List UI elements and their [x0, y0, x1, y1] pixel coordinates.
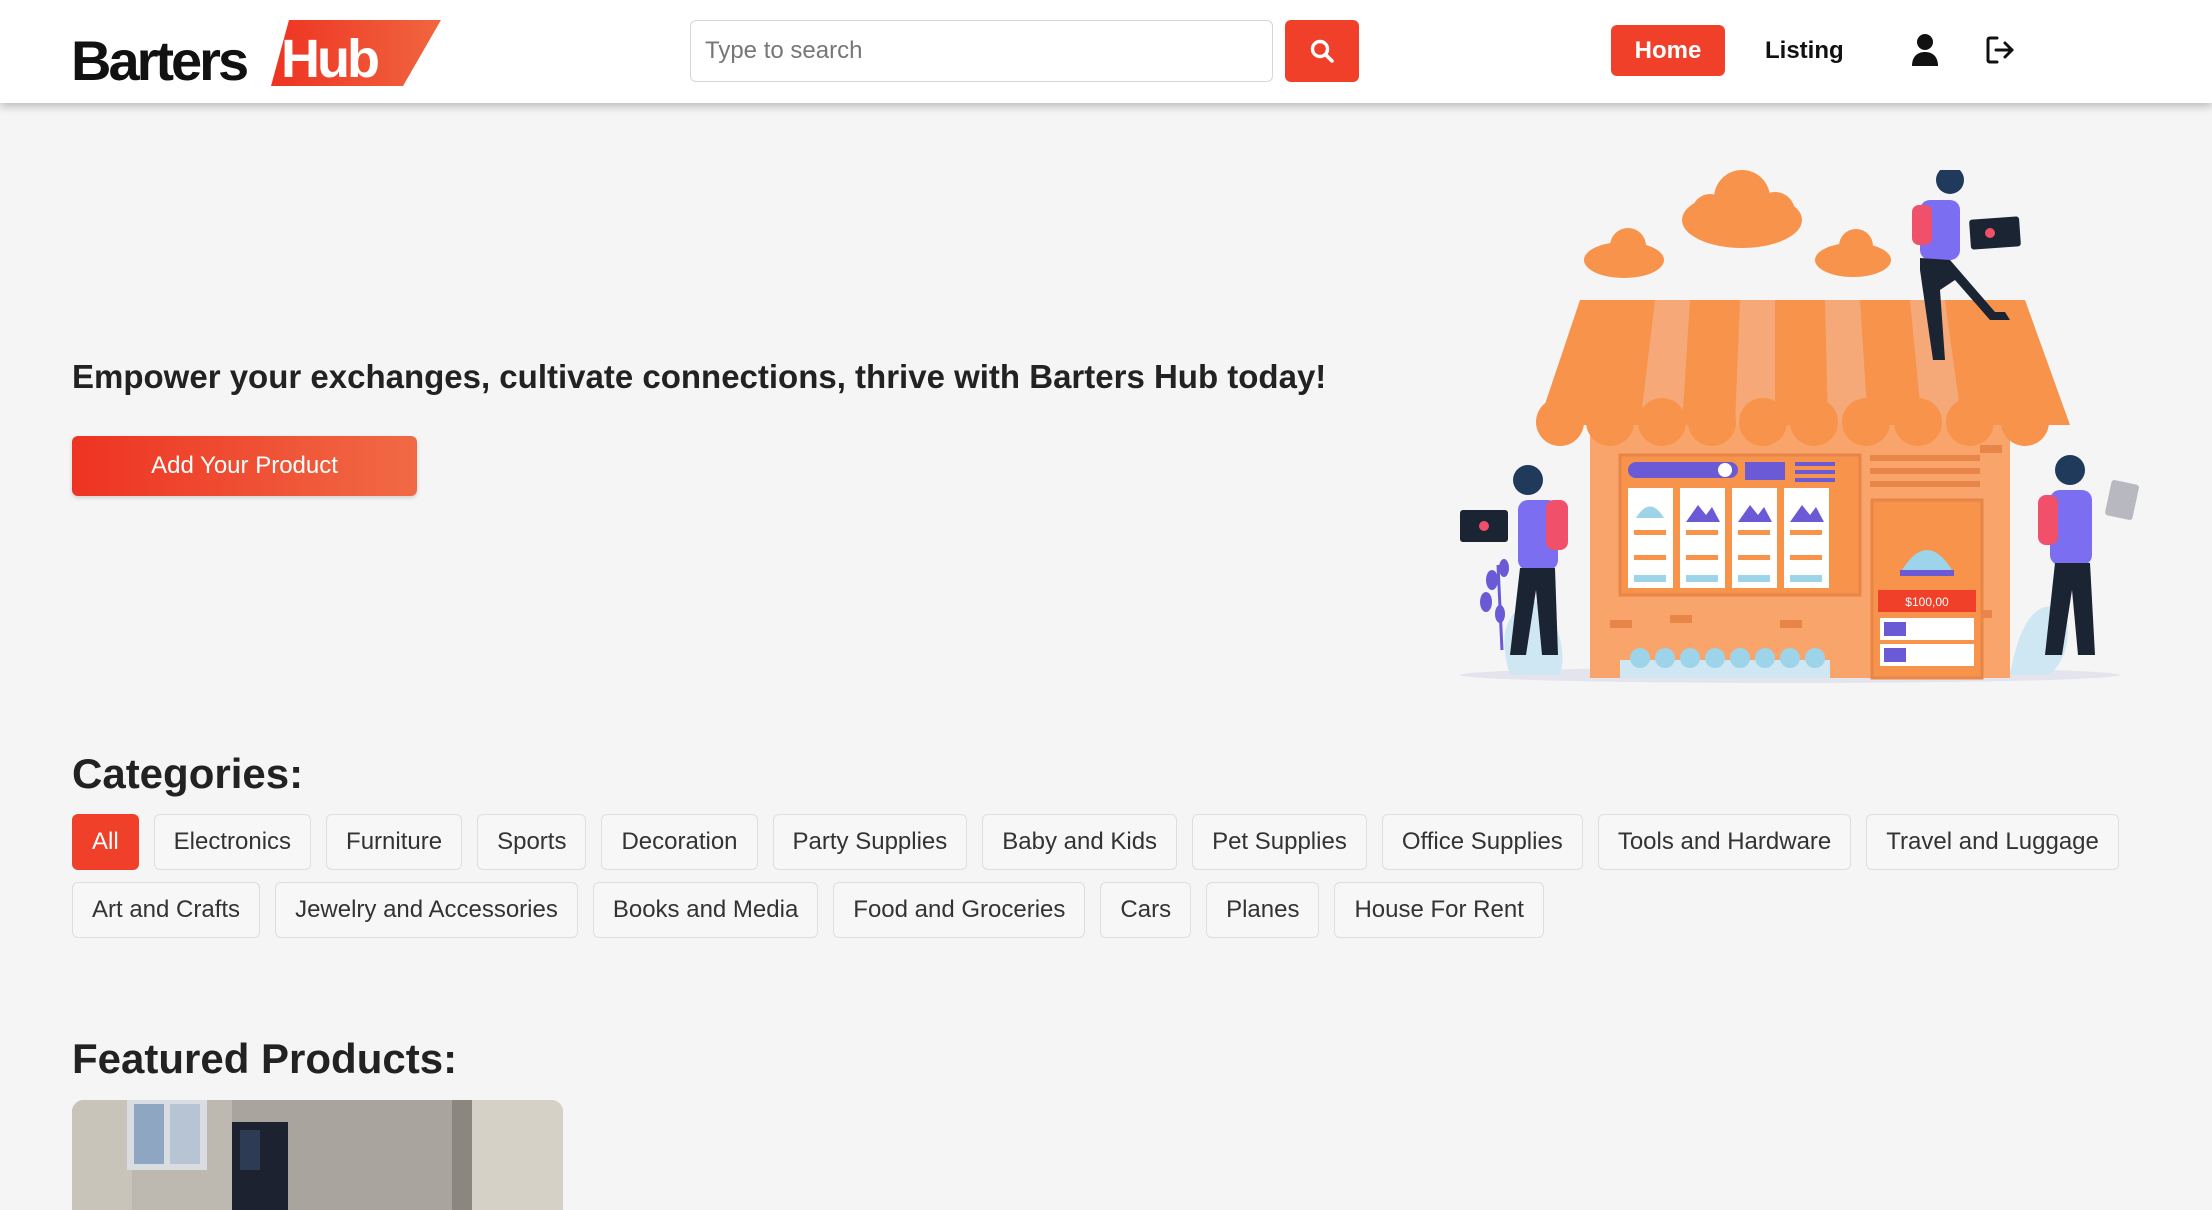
shop-illustration: $100,00 — [1450, 166, 2150, 685]
featured-products-heading: Featured Products: — [72, 1035, 458, 1082]
category-chip-food-and-groceries[interactable]: Food and Groceries — [833, 882, 1086, 938]
category-chip-decoration[interactable]: Decoration — [601, 814, 758, 870]
nav-home-link[interactable]: Home — [1611, 25, 1725, 76]
search-icon — [1310, 39, 1334, 63]
logo-hub-text: Hub — [281, 29, 380, 89]
nav-listing-link[interactable]: Listing — [1765, 25, 1844, 76]
category-chip-electronics[interactable]: Electronics — [153, 814, 312, 870]
category-chip-pet-supplies[interactable]: Pet Supplies — [1192, 814, 1367, 870]
category-chip-furniture[interactable]: Furniture — [326, 814, 463, 870]
navbar: Barters Hub Home Listing — [0, 0, 2212, 103]
category-chip-art-and-crafts[interactable]: Art and Crafts — [72, 882, 261, 938]
category-chip-office-supplies[interactable]: Office Supplies — [1381, 814, 1583, 870]
category-chip-baby-and-kids[interactable]: Baby and Kids — [982, 814, 1178, 870]
category-row-2: Art and Crafts Jewelry and Accessories B… — [72, 882, 1544, 938]
logout-icon[interactable] — [1985, 35, 2017, 65]
logo-hub-badge: Hub — [271, 20, 441, 89]
user-icon[interactable] — [1910, 33, 1940, 67]
price-tag-text: $100,00 — [1905, 595, 1949, 609]
category-chip-house-for-rent[interactable]: House For Rent — [1334, 882, 1544, 938]
category-row-1: All Electronics Furniture Sports Decorat… — [72, 814, 2119, 870]
add-product-button[interactable]: Add Your Product — [72, 436, 417, 496]
category-chip-all[interactable]: All — [72, 814, 139, 870]
category-chip-sports[interactable]: Sports — [477, 814, 587, 870]
search-input[interactable] — [690, 20, 1273, 82]
logo[interactable]: Barters Hub — [71, 18, 441, 92]
search-button[interactable] — [1285, 20, 1359, 82]
category-chip-tools-and-hardware[interactable]: Tools and Hardware — [1597, 814, 1852, 870]
product-image — [72, 1100, 563, 1210]
category-chip-cars[interactable]: Cars — [1100, 882, 1192, 938]
category-chip-books-and-media[interactable]: Books and Media — [592, 882, 819, 938]
categories-heading: Categories: — [72, 750, 304, 797]
category-chip-travel-and-luggage[interactable]: Travel and Luggage — [1866, 814, 2119, 870]
category-chip-jewelry-and-accessories[interactable]: Jewelry and Accessories — [275, 882, 578, 938]
category-chip-party-supplies[interactable]: Party Supplies — [772, 814, 968, 870]
hero-tagline: Empower your exchanges, cultivate connec… — [72, 358, 1327, 395]
product-card[interactable] — [72, 1100, 563, 1210]
logo-text: Barters — [71, 29, 249, 92]
category-chip-planes[interactable]: Planes — [1206, 882, 1320, 938]
